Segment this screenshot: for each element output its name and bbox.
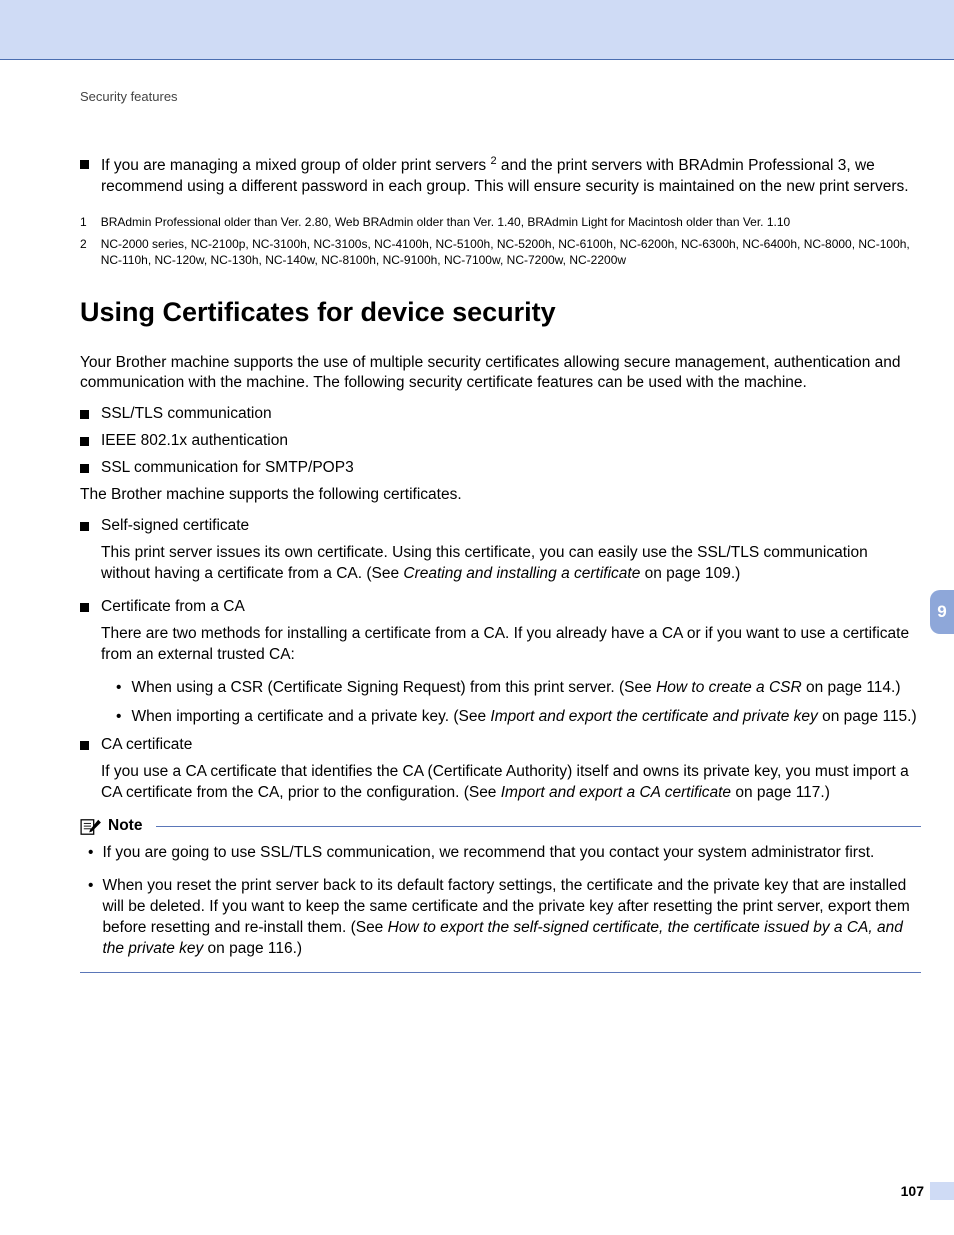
text: on page 117.)	[731, 784, 830, 801]
text: on page 114.)	[802, 679, 901, 696]
note-item-2: • When you reset the print server back t…	[88, 876, 921, 960]
feature-text: SSL/TLS communication	[101, 404, 921, 425]
footnote-1-text: BRAdmin Professional older than Ver. 2.8…	[101, 214, 791, 230]
note-label: Note	[108, 816, 142, 837]
square-bullet-icon	[80, 160, 89, 169]
cert-self-signed-body: This print server issues its own certifi…	[101, 543, 921, 585]
footnote-1: 1 BRAdmin Professional older than Ver. 2…	[80, 214, 921, 230]
text: When using a CSR (Certificate Signing Re…	[131, 678, 900, 699]
note-heading: Note	[80, 816, 921, 837]
note-text: If you are going to use SSL/TLS communic…	[102, 843, 874, 864]
cert-ca-certificate: CA certificate	[80, 735, 921, 756]
feature-ssl-tls: SSL/TLS communication	[80, 404, 921, 425]
square-bullet-icon	[80, 464, 89, 473]
page-content: Security features If you are managing a …	[0, 88, 954, 973]
paragraph-1: Your Brother machine supports the use of…	[80, 353, 921, 395]
ca-sub-import: • When importing a certificate and a pri…	[116, 707, 921, 728]
cert-ca-certificate-body: If you use a CA certificate that identif…	[101, 762, 921, 804]
cert-title: Self-signed certificate	[101, 516, 921, 537]
page-number: 107	[901, 1182, 924, 1201]
dot-bullet-icon: •	[116, 678, 121, 699]
feature-text: IEEE 802.1x authentication	[101, 431, 921, 452]
cross-ref[interactable]: Import and export a CA certificate	[501, 784, 731, 801]
feature-smtp: SSL communication for SMTP/POP3	[80, 458, 921, 479]
square-bullet-icon	[80, 741, 89, 750]
text: When importing a certificate and a priva…	[131, 707, 916, 728]
page-edge-bar	[930, 1182, 954, 1200]
cross-ref[interactable]: Import and export the certificate and pr…	[490, 708, 817, 725]
square-bullet-icon	[80, 437, 89, 446]
square-bullet-icon	[80, 410, 89, 419]
cert-title: CA certificate	[101, 735, 921, 756]
intro-bullet: If you are managing a mixed group of old…	[80, 154, 921, 198]
text: When using a CSR (Certificate Signing Re…	[131, 679, 656, 696]
dot-bullet-icon: •	[116, 707, 121, 728]
running-header: Security features	[80, 88, 921, 106]
square-bullet-icon	[80, 522, 89, 531]
dot-bullet-icon: •	[88, 876, 93, 960]
footnote-2: 2 NC-2000 series, NC-2100p, NC-3100h, NC…	[80, 236, 921, 268]
note-pencil-icon	[80, 818, 102, 836]
note-text: When you reset the print server back to …	[102, 876, 921, 960]
page-number-area: 107	[901, 1182, 954, 1201]
chapter-tab[interactable]: 9	[930, 590, 954, 634]
footnote-1-sup: 1	[80, 214, 87, 230]
header-band	[0, 0, 954, 60]
ca-sub-csr: • When using a CSR (Certificate Signing …	[116, 678, 921, 699]
intro-text-a: If you are managing a mixed group of old…	[101, 157, 490, 174]
note-rule	[156, 826, 921, 827]
cross-ref[interactable]: Creating and installing a certificate	[403, 565, 640, 582]
square-bullet-icon	[80, 603, 89, 612]
intro-bullet-text: If you are managing a mixed group of old…	[101, 154, 921, 198]
cert-title: Certificate from a CA	[101, 597, 921, 618]
paragraph-2: The Brother machine supports the followi…	[80, 485, 921, 506]
cross-ref[interactable]: How to create a CSR	[656, 679, 802, 696]
cert-from-ca-body: There are two methods for installing a c…	[101, 624, 921, 666]
text: on page 109.)	[640, 565, 740, 582]
footnote-2-sup: 2	[80, 236, 87, 268]
text: When importing a certificate and a priva…	[131, 708, 490, 725]
dot-bullet-icon: •	[88, 843, 93, 864]
footnote-block: 1 BRAdmin Professional older than Ver. 2…	[80, 214, 921, 269]
note-end-rule	[80, 972, 921, 973]
feature-ieee: IEEE 802.1x authentication	[80, 431, 921, 452]
text: on page 116.)	[203, 940, 302, 957]
section-heading: Using Certificates for device security	[80, 294, 921, 330]
footnote-2-text: NC-2000 series, NC-2100p, NC-3100h, NC-3…	[101, 236, 921, 268]
text: on page 115.)	[818, 708, 917, 725]
feature-text: SSL communication for SMTP/POP3	[101, 458, 921, 479]
cert-from-ca: Certificate from a CA	[80, 597, 921, 618]
cert-self-signed: Self-signed certificate	[80, 516, 921, 537]
note-item-1: • If you are going to use SSL/TLS commun…	[88, 843, 921, 864]
